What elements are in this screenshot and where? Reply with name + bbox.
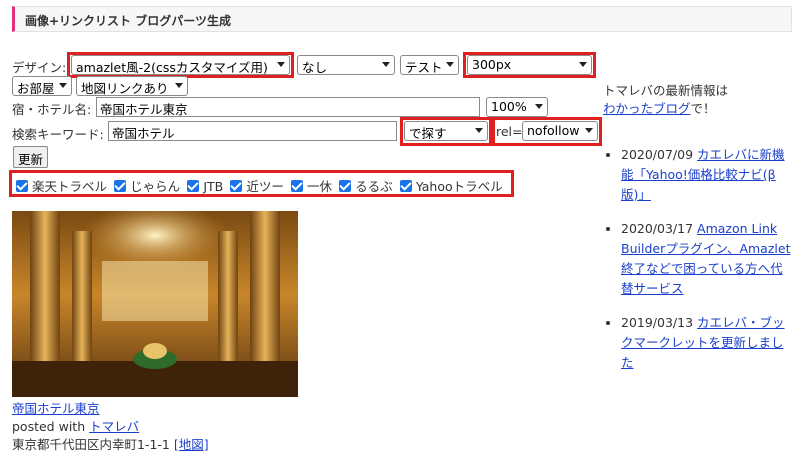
site-label: Yahooトラベル [415,179,503,194]
hotel-name-value: 帝国ホテル東京 [100,102,188,117]
posted-with-label: posted with [12,419,86,434]
site-checkbox-item[interactable]: るるぶ [339,176,393,195]
search-mode-select[interactable]: で探す [404,121,488,141]
news-item: 2019/03/13 カエレバ・ブックマークレットを更新しました [621,313,793,373]
room-select[interactable]: お部屋 [12,76,72,96]
address-text: 東京都千代田区内幸町1-1-1 [12,437,170,452]
design-select[interactable]: amazlet風-2(cssカスタマイズ用) [71,55,290,75]
site-label: るるぶ [355,179,393,194]
rel-select[interactable]: nofollow [522,121,598,141]
address-line: 東京都千代田区内幸町1-1-1 [地図] [12,434,209,453]
section-header: 画像+リンクリスト ブログパーツ生成 [12,6,792,32]
rel-label: rel= [496,124,523,139]
news-item: 2020/07/09 カエレバに新機能「Yahoo!価格比較ナビ(β版)」 [621,145,793,205]
chevron-down-icon [277,62,285,67]
site-checkbox-item[interactable]: Yahooトラベル [399,176,503,195]
sidebar-intro-suffix: で！ [690,101,716,116]
page-title: 画像+リンクリスト ブログパーツ生成 [25,14,231,28]
test-select[interactable]: テスト [400,55,459,75]
site-checkbox-row: 楽天トラベル じゃらん JTB 近ツー 一休 るるぶ Yahooトラベル [16,176,506,195]
site-checkbox-item[interactable]: JTB [187,179,223,194]
none-select[interactable]: なし [297,55,395,75]
map-select-value: 地図リンクあり [81,81,169,96]
chevron-down-icon [475,128,483,133]
site-label: じゃらん [130,179,181,194]
chevron-down-icon [382,62,390,67]
update-button[interactable]: 更新 [13,146,49,168]
checkbox-checked-icon[interactable] [230,180,243,192]
none-select-value: なし [302,60,328,75]
chevron-down-icon [585,128,593,133]
hotel-name-input[interactable]: 帝国ホテル東京 [96,97,480,117]
checkbox-checked-icon[interactable] [291,180,304,192]
keyword-label: 検索キーワード: [12,127,104,142]
chevron-down-icon [59,83,67,88]
percent-select-value: 100% [491,99,527,114]
news-date: 2020/07/09 [621,147,694,162]
design-label: デザイン: [12,60,67,75]
checkbox-checked-icon[interactable] [339,180,352,192]
news-date: 2020/03/17 [621,221,694,236]
tomareba-link[interactable]: トマレバ [89,419,139,434]
chevron-down-icon [175,83,183,88]
site-checkbox-item[interactable]: じゃらん [114,176,180,195]
search-mode-value: で探す [409,126,447,141]
test-select-value: テスト [405,60,443,75]
chevron-down-icon [535,104,543,109]
site-checkbox-item[interactable]: 楽天トラベル [16,176,107,195]
rel-select-value: nofollow [527,123,580,138]
width-select[interactable]: 300px [467,55,592,75]
map-link[interactable]: [地図] [174,437,209,452]
site-label: 近ツー [246,179,284,194]
keyword-value: 帝国ホテル [112,126,175,141]
news-list: 2020/07/09 カエレバに新機能「Yahoo!価格比較ナビ(β版)」 20… [603,145,793,387]
room-select-value: お部屋 [17,81,55,96]
site-checkbox-item[interactable]: 近ツー [230,176,284,195]
checkbox-checked-icon[interactable] [187,180,200,192]
chevron-down-icon [446,62,454,67]
chevron-down-icon [579,62,587,67]
sidebar-intro: トマレバの最新情報は [603,83,729,98]
news-item: 2020/03/17 Amazon Link Builderプラグイン、Amaz… [621,219,793,299]
keyword-input[interactable]: 帝国ホテル [108,121,397,141]
site-label: 楽天トラベル [32,179,108,194]
site-checkbox-item[interactable]: 一休 [291,176,332,195]
site-label: JTB [203,179,224,194]
posted-with-line: posted with トマレバ [12,416,139,435]
hotel-link[interactable]: 帝国ホテル東京 [12,398,100,417]
design-select-value: amazlet風-2(cssカスタマイズ用) [76,60,268,75]
hotel-lobby-image [12,211,298,397]
blog-link[interactable]: わかったブログ [603,101,691,116]
checkbox-checked-icon[interactable] [16,180,28,192]
width-select-value: 300px [472,57,512,72]
checkbox-checked-icon[interactable] [114,180,127,192]
site-label: 一休 [307,179,333,194]
sidebar-blog-line: わかったブログで！ [603,98,716,117]
percent-select[interactable]: 100% [486,97,548,117]
checkbox-checked-icon[interactable] [399,180,412,192]
map-select[interactable]: 地図リンクあり [76,76,188,96]
hotel-label: 宿・ホテル名: [12,102,92,117]
news-date: 2019/03/13 [621,315,694,330]
